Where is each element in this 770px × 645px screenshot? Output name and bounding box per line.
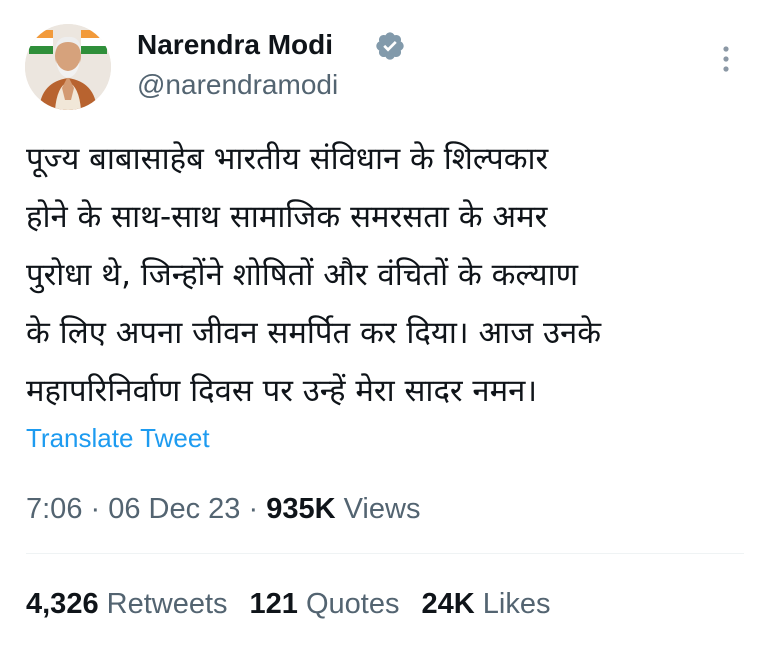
tweet-text-line: के लिए अपना जीवन समर्पित कर दिया। आज उनक… xyxy=(26,315,602,351)
tweet-stats: 4,326 Retweets 121 Quotes 24K Likes xyxy=(26,586,572,622)
profile-photo-icon xyxy=(25,24,111,110)
tweet-text-line: पूज्य बाबासाहेब भारतीय संविधान के शिल्पक… xyxy=(26,141,549,177)
display-name[interactable]: Narendra Modi xyxy=(137,28,333,62)
translate-tweet-link[interactable]: Translate Tweet xyxy=(26,421,210,455)
quotes-count: 121 xyxy=(249,588,298,620)
tweet-card: Narendra Modi @narendramodi पूज्य बाबासा… xyxy=(0,0,770,645)
avatar[interactable] xyxy=(25,24,111,110)
more-vertical-icon xyxy=(723,46,729,72)
views-count: 935K xyxy=(266,493,336,525)
likes-label: Likes xyxy=(482,588,551,620)
tweet-text-line: होने के साथ-साथ सामाजिक समरसता के अमर xyxy=(26,199,548,235)
tweet-text-line: महापरिनिर्वाण दिवस पर उन्हें मेरा सादर न… xyxy=(26,373,538,409)
tweet-text-line: पुरोधा थे, जिन्होंने शोषितों और वंचितों … xyxy=(26,257,579,293)
more-options-button[interactable] xyxy=(712,42,740,76)
views-label: Views xyxy=(343,493,421,525)
tweet-time[interactable]: 7:06 xyxy=(26,493,82,525)
meta-separator: · xyxy=(240,493,267,525)
quotes-label: Quotes xyxy=(305,588,400,620)
tweet-date[interactable]: 06 Dec 23 xyxy=(108,493,240,525)
quotes-stat[interactable]: 121 Quotes xyxy=(250,588,400,620)
tweet-text: पूज्य बाबासाहेब भारतीय संविधान के शिल्पक… xyxy=(26,130,726,420)
retweets-label: Retweets xyxy=(106,588,228,620)
likes-count: 24K xyxy=(421,588,475,620)
meta-separator: · xyxy=(82,493,109,525)
handle[interactable]: @narendramodi xyxy=(137,68,338,102)
retweets-stat[interactable]: 4,326 Retweets xyxy=(26,588,228,620)
divider xyxy=(26,553,744,554)
likes-stat[interactable]: 24K Likes xyxy=(421,588,550,620)
verified-badge-icon xyxy=(376,32,404,60)
tweet-meta: 7:06 · 06 Dec 23 · 935K Views xyxy=(26,491,420,527)
retweets-count: 4,326 xyxy=(26,588,99,620)
